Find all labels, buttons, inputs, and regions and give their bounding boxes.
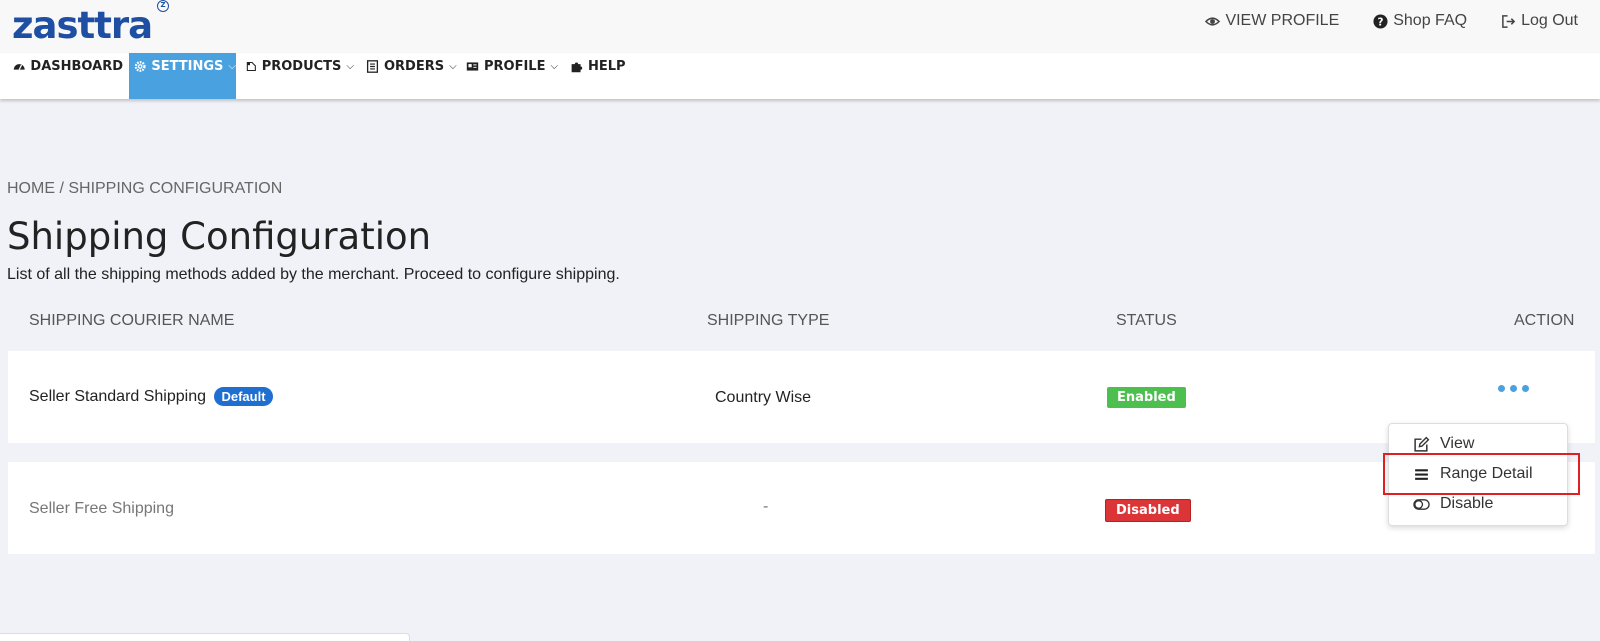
page-title: Shipping Configuration — [7, 215, 432, 258]
nav-dashboard[interactable]: DASHBOARD — [13, 53, 123, 99]
eye-icon — [1205, 16, 1221, 26]
nav-profile-label: PROFILE — [484, 59, 546, 74]
shop-faq-label: Shop FAQ — [1393, 12, 1468, 29]
courier-name: Seller Free Shipping — [29, 500, 174, 517]
brand-logo[interactable]: zasttra — [12, 6, 153, 46]
row-actions-button[interactable] — [1498, 385, 1529, 392]
dot-icon — [1522, 385, 1529, 392]
chevron-down-icon: ⌵ — [228, 61, 236, 72]
bottom-panel-edge — [0, 633, 410, 641]
logo-mark: Z — [157, 0, 169, 12]
chevron-down-icon: ⌵ — [449, 61, 457, 72]
main-nav: DASHBOARD SETTINGS ⌵ PRODUCTS ⌵ ORDERS ⌵… — [0, 53, 1600, 99]
nav-orders-label: ORDERS — [384, 59, 445, 74]
edit-icon — [1414, 436, 1430, 452]
courier-name: Seller Standard Shipping — [29, 388, 207, 405]
dot-icon — [1498, 385, 1505, 392]
highlight-box — [1383, 453, 1580, 495]
view-profile-link[interactable]: VIEW PROFILE — [1205, 12, 1339, 30]
breadcrumb[interactable]: HOME / SHIPPING CONFIGURATION — [7, 180, 282, 198]
top-links: VIEW PROFILE ? Shop FAQ Log Out — [1205, 12, 1578, 30]
header-shipping-type: SHIPPING TYPE — [707, 312, 830, 329]
dot-icon — [1510, 385, 1517, 392]
courier-name-cell: Seller Standard Shipping Default — [29, 387, 273, 406]
menu-item-view-label: View — [1440, 435, 1475, 452]
default-badge: Default — [214, 387, 273, 406]
table-row: Seller Standard Shipping Default Country… — [8, 351, 1595, 443]
toggle-icon — [1413, 498, 1430, 510]
nav-settings-label: SETTINGS — [151, 59, 224, 74]
dashboard-icon — [13, 64, 25, 70]
gear-icon — [134, 61, 146, 72]
puzzle-icon — [571, 62, 583, 73]
nav-settings[interactable]: SETTINGS ⌵ — [129, 53, 236, 99]
view-profile-label: VIEW PROFILE — [1225, 12, 1340, 29]
chevron-down-icon: ⌵ — [346, 61, 354, 72]
chevron-down-icon: ⌵ — [550, 61, 559, 72]
top-bar: zasttra Z VIEW PROFILE ? Shop FAQ Log Ou… — [0, 0, 1600, 53]
nav-help[interactable]: HELP — [570, 53, 640, 99]
table-row: Seller Free Shipping - Disabled — [8, 462, 1595, 554]
logout-icon — [1502, 14, 1516, 28]
log-out-link[interactable]: Log Out — [1501, 12, 1578, 30]
nav-products-label: PRODUCTS — [261, 59, 342, 74]
log-out-label: Log Out — [1521, 12, 1578, 29]
profile-card-icon — [466, 62, 479, 71]
nav-help-label: HELP — [588, 59, 626, 74]
shop-faq-link[interactable]: ? Shop FAQ — [1373, 12, 1467, 30]
orders-icon — [366, 60, 379, 73]
shipping-type-cell: - — [763, 498, 769, 515]
header-courier-name: SHIPPING COURIER NAME — [29, 312, 235, 329]
menu-item-disable-label: Disable — [1440, 495, 1494, 512]
shipping-type-cell: Country Wise — [715, 389, 812, 406]
menu-item-disable[interactable]: Disable — [1413, 495, 1493, 513]
page-subtitle: List of all the shipping methods added b… — [7, 266, 620, 283]
svg-text:?: ? — [1378, 16, 1384, 28]
status-badge: Disabled — [1105, 499, 1191, 522]
nav-dashboard-label: DASHBOARD — [30, 59, 123, 74]
header-status: STATUS — [1116, 312, 1177, 329]
menu-item-view[interactable]: View — [1413, 435, 1474, 453]
nav-orders[interactable]: ORDERS ⌵ — [366, 53, 461, 99]
status-badge: Enabled — [1107, 387, 1186, 408]
nav-products[interactable]: PRODUCTS ⌵ — [246, 53, 354, 99]
header-action: ACTION — [1514, 312, 1575, 329]
nav-profile[interactable]: PROFILE ⌵ — [466, 53, 561, 99]
products-icon — [246, 61, 256, 72]
question-circle-icon: ? — [1373, 13, 1388, 29]
